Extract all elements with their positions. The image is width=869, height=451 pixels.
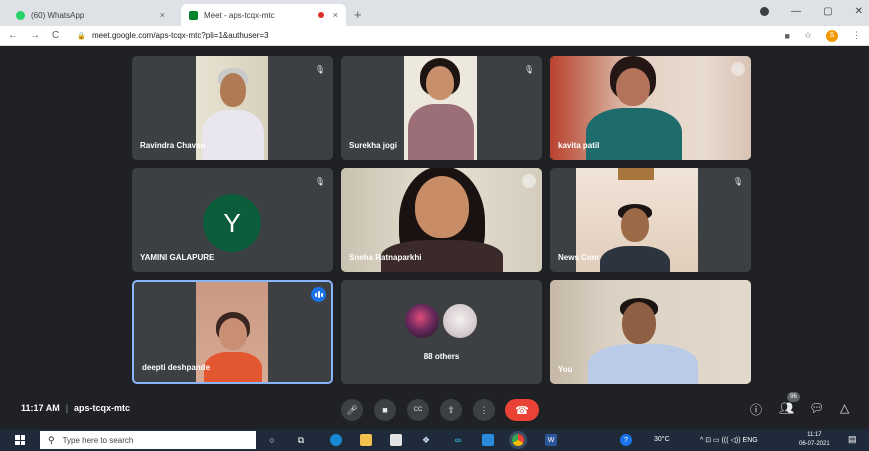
participant-name: Ravindra Chavan — [140, 141, 206, 150]
participant-tile[interactable]: deepti deshpande — [132, 280, 333, 384]
system-tray-icons[interactable]: ^ ⊡ ▭ ((( ◁)) ENG — [700, 436, 758, 444]
clock-time: 11:17 — [807, 432, 822, 438]
meeting-time: 11:17 AM — [21, 403, 60, 413]
reload-button[interactable]: C — [52, 30, 59, 41]
tab-search-icon[interactable] — [760, 7, 770, 16]
participant-tile[interactable]: 🎙︎ Sneha Ratnaparkhi — [341, 168, 542, 272]
meeting-details: 11:17 AM | aps-tcqx-mtc — [21, 403, 130, 413]
participant-name: Sneha Ratnaparkhi — [349, 253, 422, 262]
recording-icon — [317, 12, 324, 18]
others-tile[interactable]: 88 others — [341, 280, 542, 384]
meet-control-bar: 11:17 AM | aps-tcqx-mtc 🎤︎ ■ CC ⇧ ⋮ ☎ ⓘ … — [0, 391, 869, 429]
muted-mic-icon: 🎙︎ — [731, 62, 745, 76]
participant-name: Surekha jogi — [349, 141, 398, 150]
camera-in-use-icon[interactable]: ■ — [784, 31, 789, 41]
others-count-label: 88 others — [423, 352, 460, 361]
task-view-icon[interactable]: ⧉ — [295, 434, 307, 446]
captions-button[interactable]: CC — [407, 399, 429, 421]
camera-toggle-button[interactable]: ■ — [374, 399, 396, 421]
avatar: Y — [203, 194, 261, 252]
cortana-icon[interactable]: ○ — [266, 434, 278, 446]
separator: | — [65, 403, 69, 413]
meeting-info-icon[interactable]: ⓘ — [750, 401, 762, 418]
browser-tab-bar: (60) WhatsApp × Meet - aps-tcqx-mtc × + … — [0, 0, 869, 26]
search-placeholder: Type here to search — [62, 435, 134, 445]
participant-tile[interactable]: 🎙︎ Ravindra Chavan — [132, 56, 333, 160]
speaking-indicator-icon — [311, 287, 326, 302]
participant-video — [196, 56, 268, 160]
participant-name: kavita patil — [558, 141, 600, 150]
people-icon[interactable]: 👥︎ — [779, 401, 794, 415]
url-text: meet.google.com/aps-tcqx-mtc?pli=1&authu… — [91, 31, 269, 40]
windows-taskbar: ⚲ Type here to search ○ ⧉ ❖ ∞ W ? 30°C ^… — [0, 429, 869, 451]
participant-name: YAMINI GALAPURE — [140, 253, 215, 262]
chrome-icon[interactable] — [512, 434, 524, 446]
participant-tile[interactable]: Y 🎙︎ YAMINI GALAPURE — [132, 168, 333, 272]
participant-tile[interactable]: 🎙︎ Surekha jogi — [341, 56, 542, 160]
tab-whatsapp[interactable]: (60) WhatsApp × — [8, 4, 173, 26]
minimize-button[interactable]: — — [791, 6, 801, 17]
muted-mic-icon: 🎙︎ — [523, 64, 535, 74]
mic-toggle-button[interactable]: 🎤︎ — [341, 399, 363, 421]
windows-start-icon[interactable] — [15, 435, 25, 445]
avatar — [441, 302, 479, 340]
maximize-button[interactable]: ▢ — [823, 6, 832, 17]
meet-video-grid: 🎙︎ Ravindra Chavan 🎙︎ Surekha jogi 🎙︎ ka… — [0, 46, 869, 391]
present-screen-button[interactable]: ⇧ — [440, 399, 462, 421]
search-icon: ⚲ — [48, 434, 55, 445]
tab-meet[interactable]: Meet - aps-tcqx-mtc × — [181, 4, 346, 26]
help-icon[interactable]: ? — [620, 434, 632, 446]
whatsapp-icon — [16, 10, 25, 20]
leave-call-button[interactable]: ☎ — [505, 399, 539, 421]
edge-icon[interactable] — [330, 434, 342, 446]
window-controls: — ▢ ✕ — [760, 6, 863, 17]
store-icon[interactable] — [390, 434, 402, 446]
participant-name: You — [558, 365, 573, 374]
participant-tile-self[interactable]: You — [550, 280, 751, 384]
tab-label: (60) WhatsApp — [31, 10, 85, 20]
close-window-button[interactable]: ✕ — [855, 6, 863, 17]
profile-avatar[interactable]: S — [826, 29, 838, 42]
new-tab-button[interactable]: + — [354, 7, 362, 22]
participant-name: News Com — [558, 253, 599, 262]
address-bar: ← → C 🔒 meet.google.com/aps-tcqx-mtc?pli… — [0, 26, 869, 46]
activities-icon[interactable]: △ — [840, 401, 849, 415]
clock-date: 06-07-2021 — [799, 441, 830, 447]
participant-tile[interactable]: 🎙︎ News Com — [550, 168, 751, 272]
browser-menu-icon[interactable]: ⋮ — [852, 30, 861, 41]
word-icon[interactable]: W — [545, 434, 557, 446]
taskbar-clock[interactable]: 11:17 06-07-2021 — [799, 431, 830, 449]
muted-mic-icon: 🎙︎ — [732, 176, 744, 186]
dropbox-icon[interactable]: ❖ — [420, 434, 432, 446]
muted-mic-icon: 🎙︎ — [314, 176, 326, 186]
file-explorer-icon[interactable] — [360, 434, 372, 446]
meeting-code: aps-tcqx-mtc — [74, 403, 131, 413]
meet-icon — [189, 10, 198, 20]
lock-icon[interactable]: 🔒 — [77, 32, 86, 40]
chat-icon[interactable]: 💬︎ — [809, 401, 824, 415]
muted-mic-icon: 🎙︎ — [522, 174, 536, 188]
avatar — [403, 302, 441, 340]
participant-count-badge: 96 — [787, 392, 800, 402]
mail-icon[interactable] — [482, 434, 494, 446]
participant-video — [404, 56, 477, 160]
close-tab-icon[interactable]: × — [160, 10, 165, 20]
tab-label: Meet - aps-tcqx-mtc — [204, 10, 275, 20]
forward-button[interactable]: → — [30, 30, 40, 41]
weather-label[interactable]: 30°C — [654, 436, 670, 443]
more-options-button[interactable]: ⋮ — [473, 399, 495, 421]
back-button[interactable]: ← — [8, 30, 18, 41]
infinity-app-icon[interactable]: ∞ — [452, 434, 464, 446]
muted-mic-icon: 🎙︎ — [314, 64, 326, 74]
notification-center-icon[interactable]: ▤ — [848, 434, 857, 445]
participant-name: deepti deshpande — [142, 363, 211, 372]
bookmark-star-icon[interactable]: ☆ — [804, 30, 812, 41]
participant-tile[interactable]: 🎙︎ kavita patil — [550, 56, 751, 160]
participant-video — [550, 280, 751, 384]
close-tab-icon[interactable]: × — [333, 10, 338, 20]
taskbar-search-input[interactable]: ⚲ Type here to search — [40, 431, 256, 449]
url-field[interactable]: 🔒 meet.google.com/aps-tcqx-mtc?pli=1&aut… — [71, 28, 784, 44]
